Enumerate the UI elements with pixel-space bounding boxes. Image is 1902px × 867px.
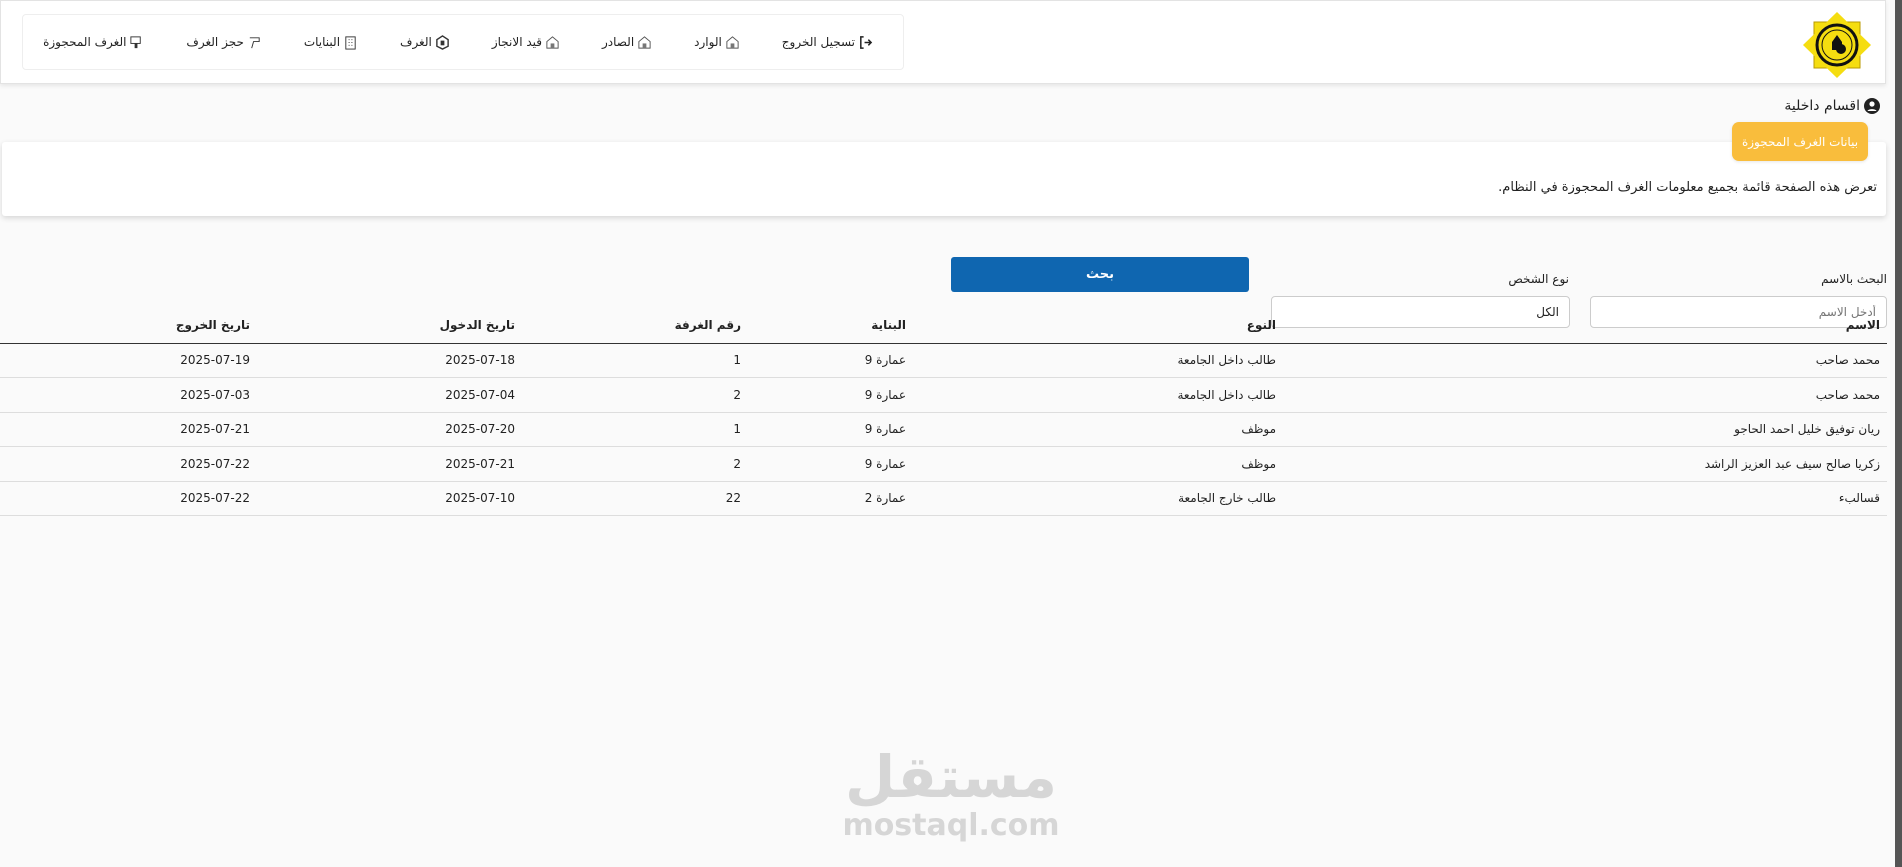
col-checkin[interactable]: تاريخ الدخول xyxy=(257,308,522,344)
table-row[interactable]: محمد صاحب طالب داخل الجامعة عمارة 9 1 2025-0… xyxy=(0,343,1887,378)
cell-building: عمارة 9 xyxy=(748,343,913,378)
nav-booked-rooms[interactable]: الغرف المحجوزة xyxy=(43,35,144,50)
table-row[interactable]: قسالبء طالب خارج الجامعة عمارة 2 22 2025-07-… xyxy=(0,481,1887,516)
nav-label: الصادر xyxy=(601,35,635,49)
cell-checkout: 2025-07-19 xyxy=(0,343,257,378)
section-label: اقسام داخلية xyxy=(1784,98,1860,114)
search-button[interactable]: بحث xyxy=(951,257,1249,292)
university-logo xyxy=(1803,12,1871,78)
booked-rooms-icon xyxy=(130,35,142,48)
name-search-label: البحث بالاسم xyxy=(1821,272,1887,286)
cell-type: طالب داخل الجامعة xyxy=(913,343,1283,378)
person-type-label: نوع الشخص xyxy=(1508,272,1569,286)
nav-logout[interactable]: تسجيل الخروج xyxy=(782,35,873,50)
cell-checkin: 2025-07-04 xyxy=(257,377,522,413)
cell-checkout: 2025-07-03 xyxy=(0,377,257,413)
section-title: اقسام داخلية xyxy=(1784,98,1880,114)
cell-building: عمارة 9 xyxy=(748,446,913,482)
nav-label: تسجيل الخروج xyxy=(781,35,855,49)
rooms-icon xyxy=(436,34,449,50)
house-icon xyxy=(546,35,559,49)
col-building[interactable]: البناية xyxy=(748,308,913,344)
nav-label: حجز الغرف xyxy=(186,35,244,49)
cell-name: ريان توفيق خليل احمد الحاجو xyxy=(1283,412,1887,447)
building-icon xyxy=(345,35,356,50)
nav-label: الوارد xyxy=(694,35,722,49)
nav-book-room[interactable]: حجز الغرف xyxy=(186,35,261,50)
scrollbar[interactable] xyxy=(1895,0,1902,867)
cell-room: 1 xyxy=(522,412,748,447)
nav-rooms[interactable]: الغرف xyxy=(400,34,450,50)
cell-name: قسالبء xyxy=(1283,481,1887,516)
cell-checkout: 2025-07-22 xyxy=(0,481,257,516)
nav-in-progress[interactable]: قيد الانجاز xyxy=(492,35,560,50)
cell-name: زكريا صالح سيف عبد العزيز الراشد xyxy=(1283,446,1887,482)
cell-room: 2 xyxy=(522,377,748,413)
bookings-table: الاسم النوع البناية رقم الغرفة تاريخ الد… xyxy=(0,308,1887,516)
main-nav: الغرف المحجوزة حجز الغرف البنايات الغرف … xyxy=(22,14,904,70)
cell-building: عمارة 9 xyxy=(748,377,913,413)
nav-incoming[interactable]: الوارد xyxy=(694,35,740,50)
cell-type: موظف xyxy=(913,412,1283,447)
table-row[interactable]: محمد صاحب طالب داخل الجامعة عمارة 9 2 2025-0… xyxy=(0,377,1887,413)
col-type[interactable]: النوع xyxy=(913,308,1283,344)
logout-icon xyxy=(860,35,873,49)
cell-room: 22 xyxy=(522,481,748,516)
nav-label: الغرف المحجوزة xyxy=(43,35,127,49)
house-icon xyxy=(726,35,739,49)
card-badge: بيانات الغرف المحجوزة xyxy=(1732,122,1868,161)
cell-room: 1 xyxy=(522,343,748,378)
book-room-icon xyxy=(249,36,260,48)
cell-type: طالب خارج الجامعة xyxy=(913,481,1283,516)
table-header-row: الاسم النوع البناية رقم الغرفة تاريخ الد… xyxy=(0,308,1887,344)
nav-label: الغرف xyxy=(400,35,432,49)
col-name[interactable]: الاسم xyxy=(1283,308,1887,344)
nav-label: قيد الانجاز xyxy=(491,35,542,49)
cell-type: موظف xyxy=(913,446,1283,482)
col-room[interactable]: رقم الغرفة xyxy=(522,308,748,344)
info-card xyxy=(2,142,1886,216)
cell-name: محمد صاحب xyxy=(1283,343,1887,378)
nav-buildings[interactable]: البنايات xyxy=(304,35,358,50)
nav-outgoing[interactable]: الصادر xyxy=(602,35,652,50)
mostaql-watermark: مستقل mostaql.com xyxy=(842,743,1060,843)
table-row[interactable]: ريان توفيق خليل احمد الحاجو موظف عمارة 912… xyxy=(0,412,1887,447)
cell-checkin: 2025-07-10 xyxy=(257,481,522,516)
cell-building: عمارة 2 xyxy=(748,481,913,516)
cell-name: محمد صاحب xyxy=(1283,377,1887,413)
nav-label: البنايات xyxy=(303,35,341,49)
house-icon xyxy=(638,35,651,49)
table-row[interactable]: زكريا صالح سيف عبد العزيز الراشد موظف عمار… xyxy=(0,446,1887,482)
cell-building: عمارة 9 xyxy=(748,412,913,447)
col-checkout[interactable]: تاريخ الخروج xyxy=(0,308,257,344)
cell-checkin: 2025-07-18 xyxy=(257,343,522,378)
cell-type: طالب داخل الجامعة xyxy=(913,377,1283,413)
cell-checkin: 2025-07-21 xyxy=(257,446,522,482)
user-circle-icon xyxy=(1864,98,1880,114)
cell-checkin: 2025-07-20 xyxy=(257,412,522,447)
cell-checkout: 2025-07-22 xyxy=(0,446,257,482)
cell-checkout: 2025-07-21 xyxy=(0,412,257,447)
card-description: تعرض هذه الصفحة قائمة بجميع معلومات الغر… xyxy=(1498,180,1877,195)
cell-room: 2 xyxy=(522,446,748,482)
